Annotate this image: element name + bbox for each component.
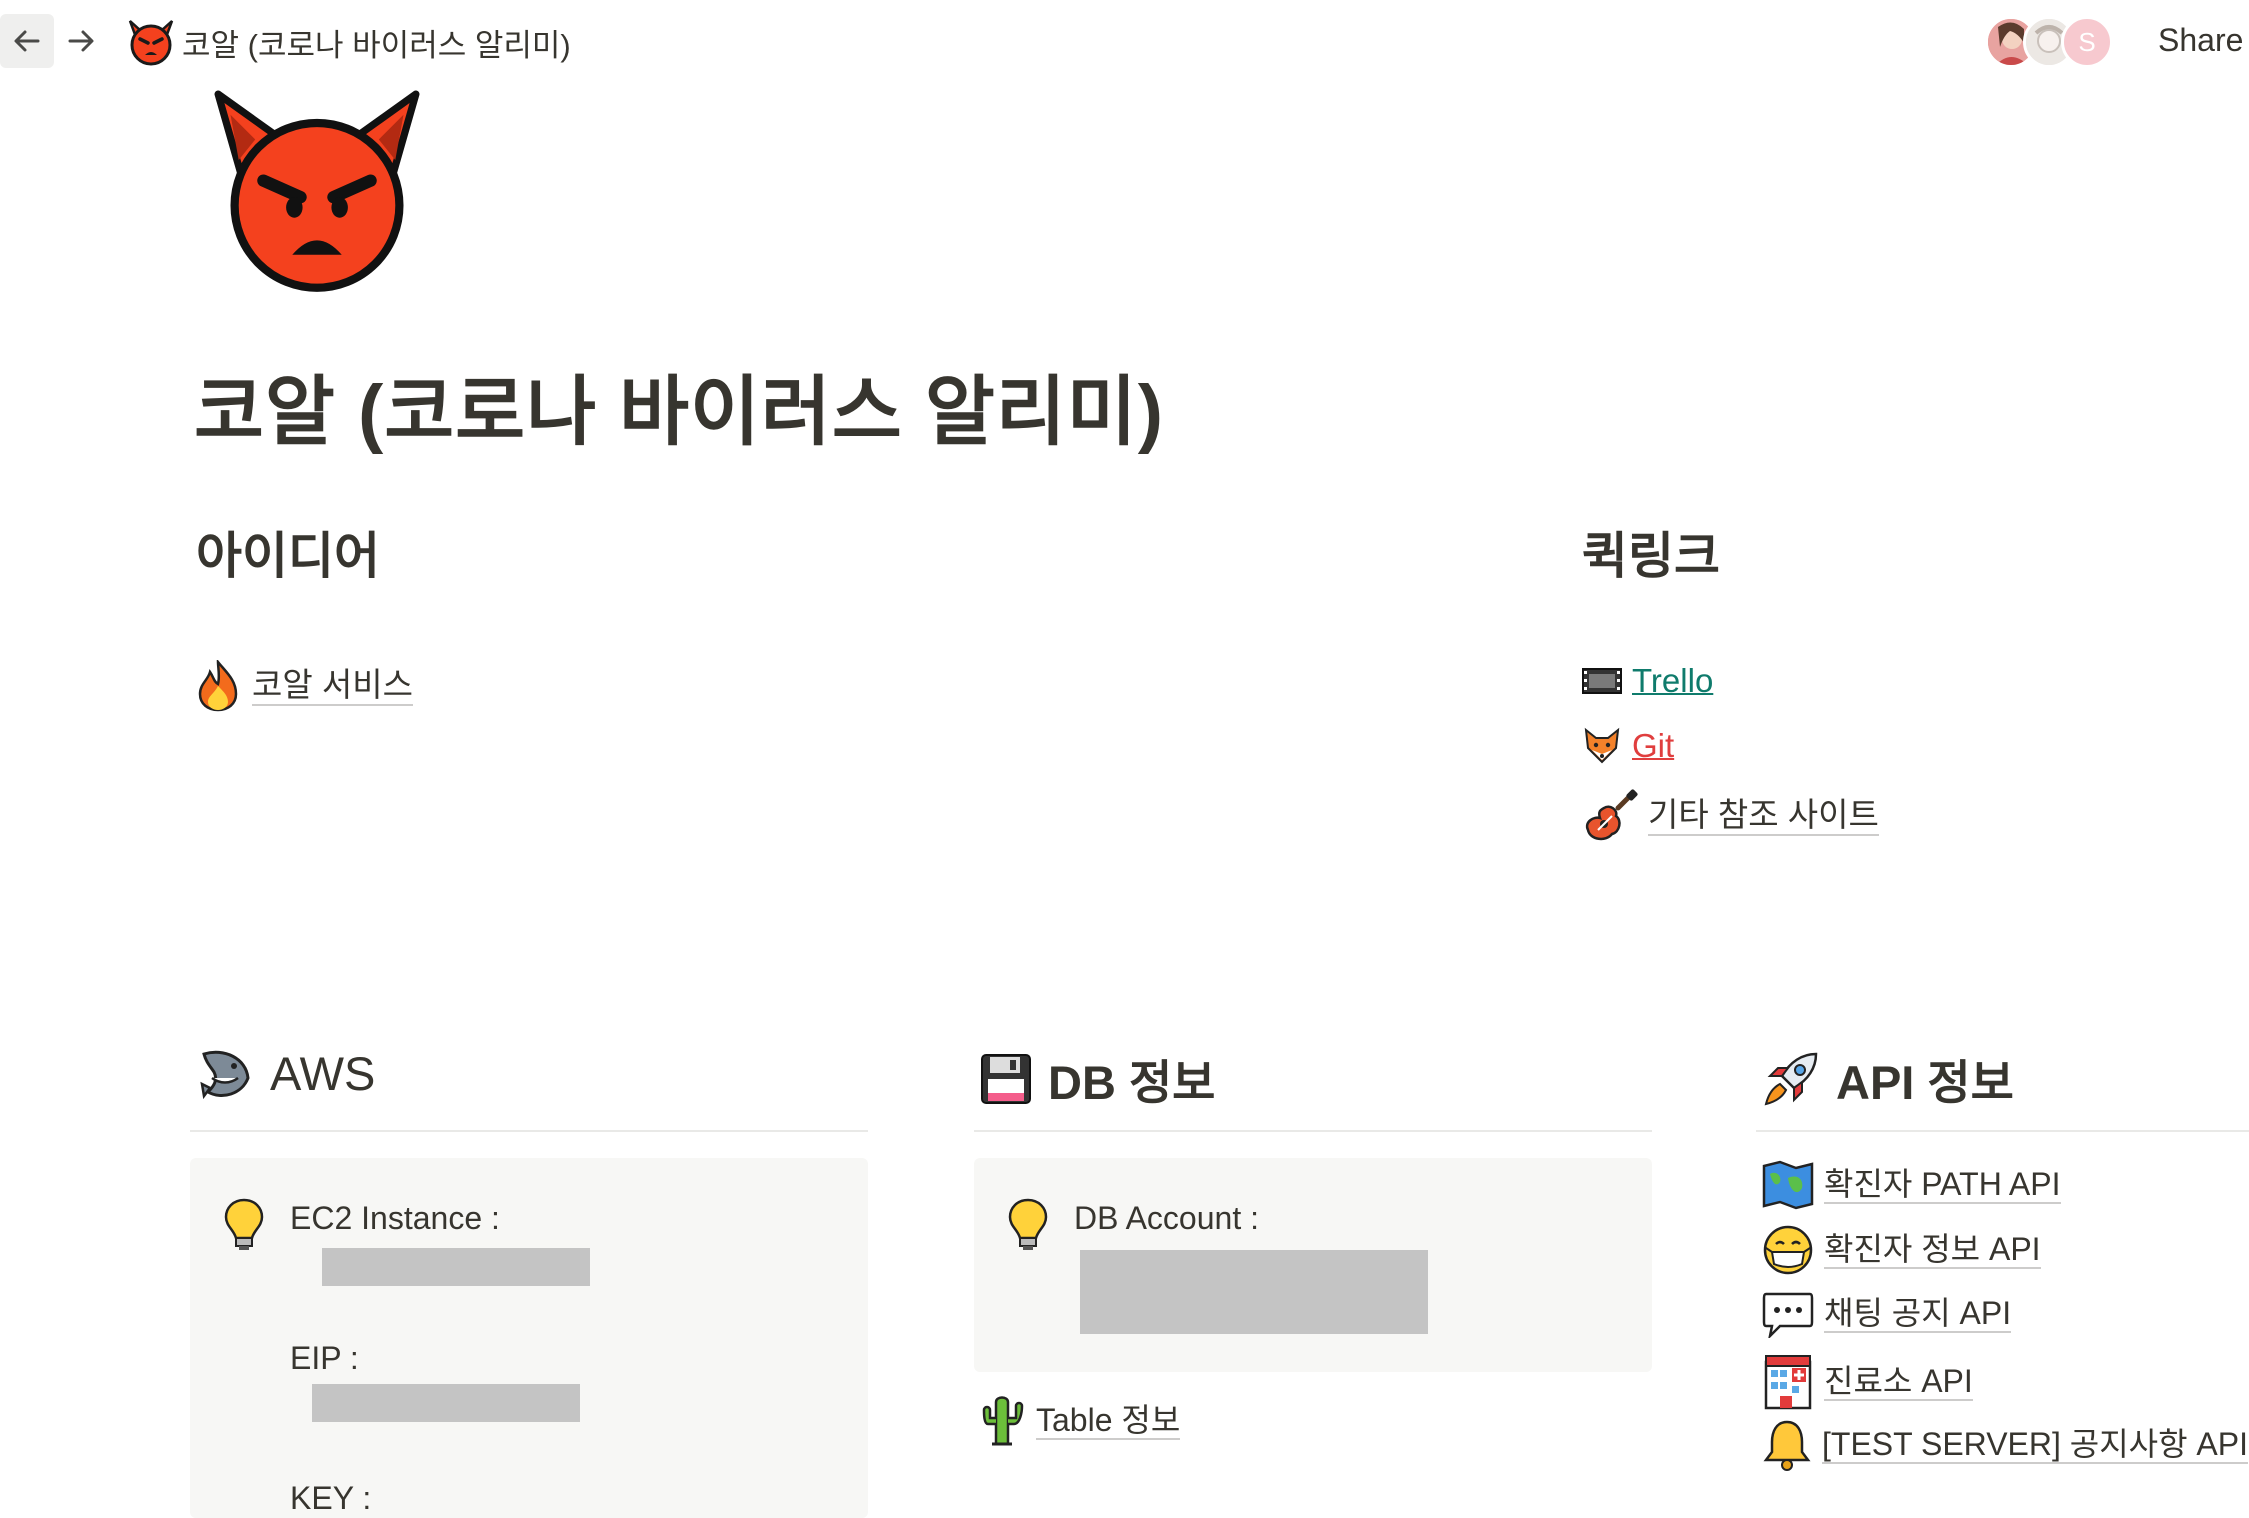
angry-devil-icon — [128, 20, 174, 66]
db-heading-text: DB 정보 — [1048, 1056, 1216, 1109]
aws-divider — [190, 1130, 868, 1132]
api-link-label: [TEST SERVER] 공지사항 API — [1822, 1426, 2249, 1465]
top-bar: 코알 (코로나 바이러스 알리미) S Share — [0, 0, 2249, 84]
quicklink-other-sites[interactable]: 기타 참조 사이트 — [1582, 788, 1879, 844]
table-info-label: Table 정보 — [1036, 1402, 1181, 1441]
arrow-right-icon — [68, 30, 94, 52]
lightbulb-icon — [224, 1198, 264, 1250]
avatar-initial: S — [2078, 26, 2096, 57]
back-button[interactable] — [0, 14, 54, 68]
table-info-link[interactable]: Table 정보 — [980, 1394, 1181, 1448]
aws-heading[interactable]: AWS — [196, 1044, 375, 1102]
quicklink-git[interactable]: Git — [1582, 726, 1674, 766]
db-divider — [974, 1130, 1652, 1132]
db-heading[interactable]: DB 정보 — [980, 1044, 1215, 1113]
world-map-icon — [1762, 1160, 1814, 1210]
api-link-patient-info[interactable]: 확진자 정보 API — [1762, 1224, 2041, 1276]
api-link-test-server-notice[interactable]: [TEST SERVER] 공지사항 API — [1762, 1418, 2249, 1472]
hospital-icon — [1764, 1355, 1812, 1410]
api-link-label: 확진자 PATH API — [1824, 1166, 2061, 1205]
page-title[interactable]: 코알 (코로나 바이러스 알리미) — [194, 350, 1164, 460]
shark-icon — [200, 1050, 250, 1100]
breadcrumb[interactable]: 코알 (코로나 바이러스 알리미) — [126, 18, 571, 66]
fox-icon — [1584, 727, 1620, 764]
quicklinks-heading[interactable]: 퀵링크 — [1582, 516, 1720, 588]
lightbulb-icon — [1008, 1198, 1048, 1250]
idea-link-label: 코알 서비스 — [252, 666, 413, 706]
db-account-redacted-value — [1080, 1250, 1428, 1334]
api-link-clinic[interactable]: 진료소 API — [1762, 1354, 1973, 1410]
film-strip-icon — [1582, 668, 1622, 694]
avatar[interactable]: S — [2061, 16, 2113, 68]
mask-face-icon — [1763, 1225, 1813, 1275]
other-sites-link-label: 기타 참조 사이트 — [1648, 796, 1879, 836]
api-link-label: 진료소 API — [1824, 1363, 1973, 1402]
ec2-label: EC2 Instance : — [290, 1200, 500, 1236]
trello-link-label: Trello — [1632, 662, 1714, 699]
api-link-path[interactable]: 확진자 PATH API — [1762, 1160, 2061, 1210]
share-button[interactable]: Share — [2158, 22, 2243, 59]
api-divider — [1756, 1130, 2249, 1132]
api-link-label: 확진자 정보 API — [1824, 1231, 2041, 1270]
speech-bubble-icon — [1762, 1292, 1814, 1338]
fire-icon — [198, 660, 238, 712]
api-heading[interactable]: API 정보 — [1762, 1044, 2014, 1113]
eip-label: EIP : — [290, 1340, 359, 1376]
angry-devil-icon[interactable] — [214, 90, 420, 296]
idea-link-koal-service[interactable]: 코알 서비스 — [196, 660, 413, 712]
bell-icon — [1763, 1420, 1811, 1471]
quicklink-trello[interactable]: Trello — [1582, 662, 1713, 700]
breadcrumb-title: 코알 (코로나 바이러스 알리미) — [182, 27, 571, 63]
arrow-left-icon — [14, 30, 40, 52]
eip-redacted-value — [312, 1384, 580, 1422]
ideas-heading[interactable]: 아이디어 — [196, 516, 380, 588]
db-account-label: DB Account : — [1074, 1200, 1259, 1236]
collaborator-avatars[interactable]: S — [1985, 16, 2115, 68]
key-label: KEY : — [290, 1480, 372, 1516]
aws-callout[interactable]: EC2 Instance : EIP : KEY : — [190, 1158, 868, 1518]
api-link-label: 채팅 공지 API — [1824, 1295, 2012, 1334]
api-link-chat-notice[interactable]: 채팅 공지 API — [1762, 1290, 2012, 1338]
forward-button[interactable] — [54, 14, 108, 68]
git-link-label: Git — [1632, 727, 1675, 764]
rocket-icon — [1764, 1052, 1818, 1105]
guitar-icon — [1585, 789, 1638, 841]
cactus-icon — [982, 1396, 1024, 1446]
ec2-redacted-value — [322, 1248, 590, 1286]
db-callout[interactable]: DB Account : — [974, 1158, 1652, 1372]
floppy-disk-icon — [981, 1053, 1031, 1104]
api-heading-text: API 정보 — [1836, 1056, 2014, 1109]
aws-heading-text: AWS — [270, 1046, 376, 1100]
